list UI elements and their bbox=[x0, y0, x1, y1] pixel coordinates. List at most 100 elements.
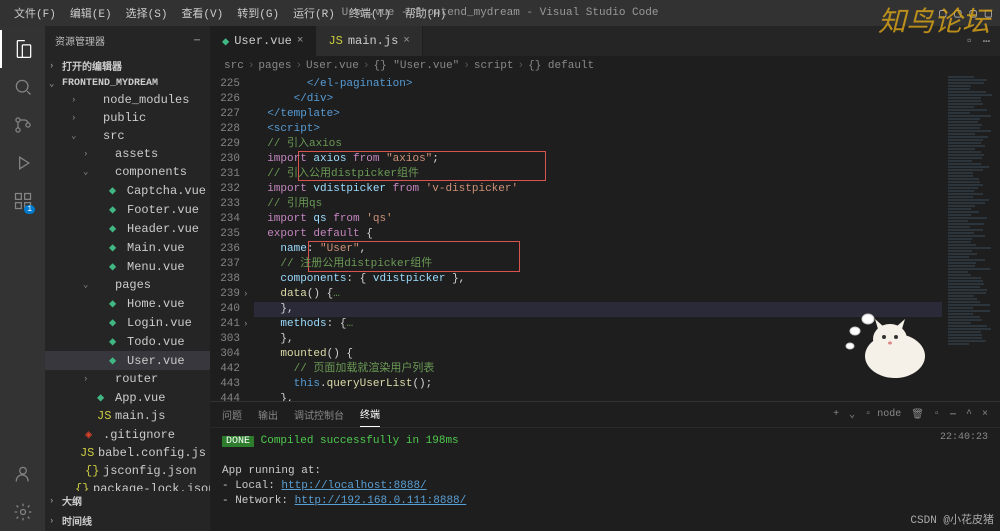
code-line[interactable]: }, bbox=[254, 392, 942, 401]
code-line[interactable]: › methods: {… bbox=[254, 317, 942, 332]
split-terminal-icon[interactable]: ▫ bbox=[934, 409, 940, 420]
fold-icon[interactable]: › bbox=[243, 287, 248, 302]
terminal-tab[interactable]: 输出 bbox=[258, 403, 278, 427]
source-control-icon[interactable] bbox=[0, 106, 45, 144]
done-badge: DONE bbox=[222, 436, 254, 447]
account-icon[interactable] bbox=[0, 455, 45, 493]
folder-item[interactable]: ›assets bbox=[45, 145, 210, 163]
menu-item[interactable]: 文件(F) bbox=[8, 3, 62, 23]
code-content[interactable]: </el-pagination> </div> </template> <scr… bbox=[254, 76, 942, 401]
folder-item[interactable]: ⌄pages bbox=[45, 276, 210, 294]
terminal-time: 22:40:23 bbox=[940, 432, 988, 443]
code-line[interactable]: // 引入公用distpicker组件 bbox=[254, 167, 942, 182]
terminal-tab[interactable]: 调试控制台 bbox=[294, 403, 344, 427]
breadcrumb-item[interactable]: src bbox=[224, 60, 244, 72]
titlebar: 文件(F)编辑(E)选择(S)查看(V)转到(G)运行(R)终端(T)帮助(H)… bbox=[0, 0, 1000, 26]
editor-tab[interactable]: ◆User.vue× bbox=[210, 26, 316, 56]
file-item[interactable]: ◆App.vue bbox=[45, 388, 210, 407]
code-line[interactable]: export default { bbox=[254, 227, 942, 242]
folder-item[interactable]: ›router bbox=[45, 370, 210, 388]
file-item[interactable]: JSmain.js bbox=[45, 407, 210, 425]
folder-item[interactable]: ⌄components bbox=[45, 163, 210, 181]
search-icon[interactable] bbox=[0, 68, 45, 106]
editor-tab[interactable]: JSmain.js× bbox=[316, 26, 422, 56]
section-outline[interactable]: ›大纲 bbox=[45, 491, 210, 511]
file-item[interactable]: ◆Footer.vue bbox=[45, 200, 210, 219]
menu-item[interactable]: 选择(S) bbox=[120, 3, 174, 23]
breadcrumb-item[interactable]: User.vue bbox=[306, 60, 359, 72]
file-item[interactable]: ◆Header.vue bbox=[45, 219, 210, 238]
gear-icon[interactable] bbox=[0, 493, 45, 531]
section-timeline[interactable]: ›时间线 bbox=[45, 511, 210, 531]
terminal-tabs: 问题输出调试控制台终端 + ⌄ ▫ node 🗑 ▫ ⋯ ^ × bbox=[210, 402, 1000, 428]
dropdown-icon[interactable]: ⌄ bbox=[849, 409, 855, 421]
code-line[interactable]: </template> bbox=[254, 107, 942, 122]
trash-icon[interactable]: 🗑 bbox=[911, 409, 924, 421]
minimap[interactable] bbox=[942, 76, 1000, 401]
folder-item[interactable]: ›public bbox=[45, 109, 210, 127]
breadcrumb-item[interactable]: pages bbox=[258, 60, 291, 72]
file-item[interactable]: ◆Captcha.vue bbox=[45, 181, 210, 200]
local-url-link[interactable]: http://localhost:8888/ bbox=[281, 480, 426, 492]
code-line[interactable]: }, bbox=[254, 332, 942, 347]
file-item[interactable]: JSbabel.config.js bbox=[45, 444, 210, 462]
code-line[interactable]: import vdistpicker from 'v-distpicker' bbox=[254, 182, 942, 197]
code-line[interactable]: components: { vdistpicker }, bbox=[254, 272, 942, 287]
file-item[interactable]: {}jsconfig.json bbox=[45, 462, 210, 480]
file-item[interactable]: {}package-lock.json bbox=[45, 480, 210, 491]
explorer-icon[interactable] bbox=[0, 30, 45, 68]
terminal-tab[interactable]: 问题 bbox=[222, 403, 242, 427]
file-item[interactable]: ◆User.vue bbox=[45, 351, 210, 370]
code-line[interactable]: name: "User", bbox=[254, 242, 942, 257]
file-item[interactable]: ◆Menu.vue bbox=[45, 257, 210, 276]
code-line[interactable]: import axios from "axios"; bbox=[254, 152, 942, 167]
extensions-icon[interactable]: 1 bbox=[0, 182, 45, 220]
close-icon[interactable]: × bbox=[403, 35, 410, 47]
network-url-link[interactable]: http://192.168.0.111:8888/ bbox=[295, 495, 467, 507]
code-line[interactable]: <script> bbox=[254, 122, 942, 137]
extensions-badge: 1 bbox=[24, 205, 35, 214]
code-line[interactable]: }, bbox=[254, 302, 942, 317]
code-line[interactable]: this.queryUserList(); bbox=[254, 377, 942, 392]
code-line[interactable]: mounted() { bbox=[254, 347, 942, 362]
file-item[interactable]: ◆Login.vue bbox=[45, 313, 210, 332]
breadcrumb[interactable]: src›pages›User.vue›{} "User.vue"›script›… bbox=[210, 56, 1000, 76]
breadcrumb-item[interactable]: script bbox=[474, 60, 514, 72]
file-item[interactable]: ◆Home.vue bbox=[45, 294, 210, 313]
add-terminal-icon[interactable]: + bbox=[833, 409, 839, 420]
section-open-editors[interactable]: ›打开的编辑器 bbox=[45, 56, 210, 76]
code-line[interactable]: // 页面加载就渲染用户列表 bbox=[254, 362, 942, 377]
watermark-text: 知鸟论坛 bbox=[878, 0, 990, 40]
file-item[interactable]: ◆Main.vue bbox=[45, 238, 210, 257]
more-icon[interactable]: ⋯ bbox=[950, 409, 956, 421]
terminal-tab[interactable]: 终端 bbox=[360, 402, 380, 427]
close-icon[interactable]: × bbox=[297, 35, 304, 47]
menu-item[interactable]: 查看(V) bbox=[175, 3, 229, 23]
run-debug-icon[interactable] bbox=[0, 144, 45, 182]
code-line[interactable]: </el-pagination> bbox=[254, 77, 942, 92]
code-line[interactable]: // 引用qs bbox=[254, 197, 942, 212]
terminal-select[interactable]: ▫ node bbox=[865, 409, 901, 420]
menu-item[interactable]: 编辑(E) bbox=[64, 3, 118, 23]
code-line[interactable]: import qs from 'qs' bbox=[254, 212, 942, 227]
file-item[interactable]: ◈.gitignore bbox=[45, 425, 210, 444]
menu-item[interactable]: 运行(R) bbox=[287, 3, 341, 23]
file-tree: ›node_modules›public⌄src›assets⌄componen… bbox=[45, 91, 210, 491]
breadcrumb-item[interactable]: {} "User.vue" bbox=[373, 60, 459, 72]
section-project[interactable]: ⌄FRONTEND_MYDREAM bbox=[45, 76, 210, 91]
maximize-icon[interactable]: ^ bbox=[966, 409, 972, 420]
close-panel-icon[interactable]: × bbox=[982, 409, 988, 420]
folder-item[interactable]: ›node_modules bbox=[45, 91, 210, 109]
code-line[interactable]: </div> bbox=[254, 92, 942, 107]
watermark-cat-image bbox=[840, 301, 940, 381]
folder-item[interactable]: ⌄src bbox=[45, 127, 210, 145]
terminal-output[interactable]: DONE Compiled successfully in 198ms App … bbox=[210, 428, 1000, 531]
fold-icon[interactable]: › bbox=[243, 317, 248, 332]
code-line[interactable]: › data() {… bbox=[254, 287, 942, 302]
menu-item[interactable]: 转到(G) bbox=[231, 3, 285, 23]
code-line[interactable]: // 注册公用distpicker组件 bbox=[254, 257, 942, 272]
file-item[interactable]: ◆Todo.vue bbox=[45, 332, 210, 351]
code-line[interactable]: // 引入axios bbox=[254, 137, 942, 152]
breadcrumb-item[interactable]: {} default bbox=[528, 60, 594, 72]
more-icon[interactable]: ⋯ bbox=[194, 35, 200, 47]
